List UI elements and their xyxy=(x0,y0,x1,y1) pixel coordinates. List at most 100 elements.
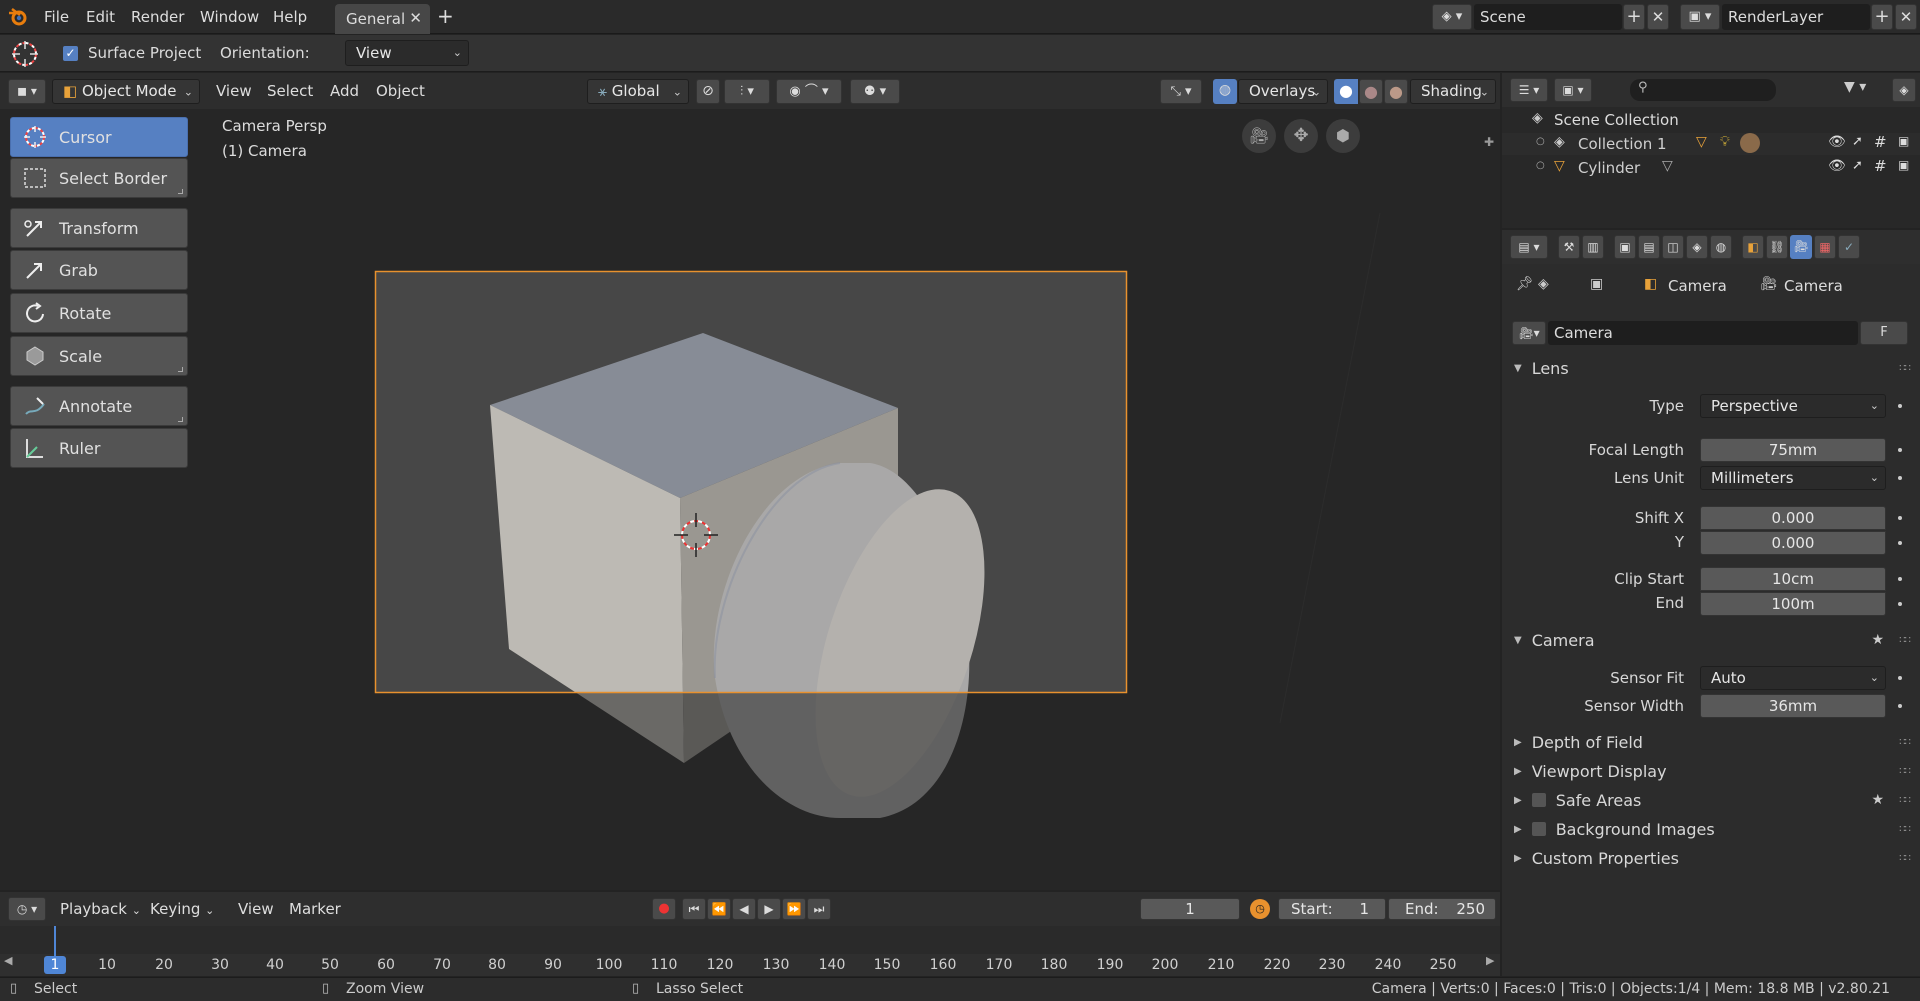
animate-dot[interactable] xyxy=(1898,448,1902,452)
tab-texture-icon[interactable]: ▦ xyxy=(1814,235,1836,259)
panel-custom-properties-header[interactable]: ▶ Custom Properties ∷∷ xyxy=(1502,844,1920,872)
animate-dot[interactable] xyxy=(1898,541,1902,545)
drag-handle-icon[interactable]: ∷∷ xyxy=(1899,824,1911,835)
drag-handle-icon[interactable]: ∷∷ xyxy=(1899,795,1911,806)
overlays-toggle-icon[interactable]: ◍ xyxy=(1213,79,1237,104)
new-layer-button[interactable]: + xyxy=(1871,4,1893,30)
tab-shader-fx-icon[interactable]: ✓ xyxy=(1838,235,1860,259)
fake-user-button[interactable]: F xyxy=(1860,321,1908,345)
datablock-name-field[interactable]: Camera xyxy=(1548,321,1858,345)
render-disable-icon[interactable]: ▣ xyxy=(1898,158,1909,172)
blender-logo-icon[interactable] xyxy=(7,7,29,27)
animate-dot[interactable] xyxy=(1898,676,1902,680)
preset-icon[interactable]: ★ xyxy=(1871,632,1884,648)
panel-lens-header[interactable]: ▼ Lens ∷∷ xyxy=(1502,354,1920,382)
end-frame-field[interactable]: End: 250 xyxy=(1388,898,1496,920)
orientation-dropdown[interactable]: View ⌄ xyxy=(345,40,469,66)
timeline-menu-keying[interactable]: Keying ⌄ xyxy=(150,892,214,926)
datablock-browse-icon[interactable]: 🎥︎▾ xyxy=(1512,321,1546,345)
tool-scale[interactable]: Scale xyxy=(10,336,188,376)
filter-icon[interactable]: ▼ ▾ xyxy=(1844,79,1866,95)
outliner-row-cylinder[interactable]: ○ ▽ Cylinder ▽ 👁︎ ➚ # ▣ xyxy=(1502,157,1920,179)
animate-dot[interactable] xyxy=(1898,404,1902,408)
transform-orientation-dropdown[interactable]: ⚹ Global ⌄ xyxy=(587,79,689,104)
sensor-width-field[interactable]: 36mm xyxy=(1700,694,1886,718)
drag-handle-icon[interactable]: ∷∷ xyxy=(1899,853,1911,864)
visibility-eye-icon[interactable]: 👁︎ xyxy=(1828,158,1846,174)
animate-dot[interactable] xyxy=(1898,516,1902,520)
tab-workspace-icon[interactable]: ▥ xyxy=(1582,235,1604,259)
sensor-fit-dropdown[interactable]: Auto ⌄ xyxy=(1700,666,1886,690)
jump-keyframe-back-icon[interactable]: ⏪ xyxy=(707,898,731,920)
zoom-view-icon[interactable]: ⬢ xyxy=(1326,119,1360,153)
delete-layer-button[interactable]: ✕ xyxy=(1895,4,1917,30)
layer-browse-icon[interactable]: ▣ ▾ xyxy=(1680,4,1720,30)
tab-view-layer-icon[interactable]: ◫ xyxy=(1662,235,1684,259)
scroll-left-arrow-icon[interactable]: ◀ xyxy=(4,954,12,967)
close-icon[interactable]: ✕ xyxy=(409,9,422,27)
animate-dot[interactable] xyxy=(1898,602,1902,606)
animate-dot[interactable] xyxy=(1898,704,1902,708)
viewport-menu-add[interactable]: Add xyxy=(330,73,359,109)
new-collection-icon[interactable]: ◈ xyxy=(1892,78,1916,102)
menu-file[interactable]: File xyxy=(44,0,69,34)
add-workspace-icon[interactable]: + xyxy=(437,4,454,28)
pivot-point-icon[interactable]: ⊘ xyxy=(696,79,720,104)
expand-icon[interactable]: ○ xyxy=(1536,136,1545,147)
viewport-menu-select[interactable]: Select xyxy=(267,73,313,109)
expand-icon[interactable]: ○ xyxy=(1536,160,1545,171)
timeline-menu-view[interactable]: View xyxy=(238,892,274,926)
visibility-eye-icon[interactable]: 👁︎ xyxy=(1828,134,1846,150)
clip-end-field[interactable]: 100m xyxy=(1700,592,1886,616)
delete-scene-button[interactable]: ✕ xyxy=(1647,4,1669,30)
workspace-tab-general[interactable]: General ✕ xyxy=(335,4,430,34)
jump-keyframe-forward-icon[interactable]: ⏩ xyxy=(782,898,806,920)
timeline-editor-type-icon[interactable]: ◷ ▾ xyxy=(8,897,46,921)
outliner-search-input[interactable]: ⚲ xyxy=(1630,79,1776,101)
tab-scene-icon[interactable]: ◈ xyxy=(1686,235,1708,259)
tab-render-icon[interactable]: ▣ xyxy=(1614,235,1636,259)
lens-unit-dropdown[interactable]: Millimeters ⌄ xyxy=(1700,466,1886,490)
drag-handle-icon[interactable]: ∷∷ xyxy=(1899,635,1911,646)
safe-areas-checkbox[interactable] xyxy=(1531,793,1546,807)
timeline-menu-playback[interactable]: Playback ⌄ xyxy=(60,892,141,926)
shading-rendered-button[interactable]: ● xyxy=(1384,79,1408,104)
tool-select-border[interactable]: Select Border xyxy=(10,158,188,198)
viewport-menu-object[interactable]: Object xyxy=(376,73,425,109)
shading-lookdev-button[interactable]: ● xyxy=(1359,79,1383,104)
jump-end-icon[interactable]: ⏭ xyxy=(807,898,831,920)
record-button[interactable]: ● xyxy=(652,898,676,920)
render-disable-icon[interactable]: ▣ xyxy=(1898,134,1909,148)
preset-icon[interactable]: ★ xyxy=(1871,792,1884,808)
tab-object-icon[interactable]: ◧ xyxy=(1742,235,1764,259)
tool-grab[interactable]: Grab xyxy=(10,250,188,290)
new-scene-button[interactable]: + xyxy=(1623,4,1645,30)
viewport-disable-icon[interactable]: # xyxy=(1874,157,1887,175)
shading-solid-button[interactable]: ● xyxy=(1334,79,1358,104)
shift-x-field[interactable]: 0.000 xyxy=(1700,506,1886,530)
tab-output-icon[interactable]: ▤ xyxy=(1638,235,1660,259)
drag-handle-icon[interactable]: ∷∷ xyxy=(1899,766,1911,777)
panel-depth-of-field-header[interactable]: ▶ Depth of Field ∷∷ xyxy=(1502,728,1920,756)
tool-ruler[interactable]: Ruler xyxy=(10,428,188,468)
sidebar-toggle-icon[interactable]: ✚ xyxy=(1484,135,1494,149)
use-preview-range-icon[interactable]: ◷ xyxy=(1250,899,1270,919)
mode-dropdown[interactable]: ◧ Object Mode ⌄ xyxy=(52,79,200,104)
background-images-checkbox[interactable] xyxy=(1531,822,1546,836)
scene-name-field[interactable]: Scene xyxy=(1474,4,1622,30)
tool-cursor[interactable]: Cursor xyxy=(10,117,188,157)
object-types-visibility-icon[interactable]: ⚉ ▾ xyxy=(850,79,900,104)
play-icon[interactable]: ▶ xyxy=(757,898,781,920)
tab-world-icon[interactable]: ◍ xyxy=(1710,235,1732,259)
timeline-menu-marker[interactable]: Marker xyxy=(289,892,341,926)
outliner-row-scene-collection[interactable]: ◈ Scene Collection xyxy=(1502,109,1920,131)
scene-browse-icon[interactable]: ◈ ▾ xyxy=(1432,4,1472,30)
viewport-menu-view[interactable]: View xyxy=(216,73,252,109)
drag-handle-icon[interactable]: ∷∷ xyxy=(1899,363,1911,374)
properties-editor-type-icon[interactable]: ▤ ▾ xyxy=(1510,235,1548,259)
menu-help[interactable]: Help xyxy=(273,0,307,34)
panel-safe-areas-header[interactable]: ▶ Safe Areas ★ ∷∷ xyxy=(1502,786,1920,814)
menu-window[interactable]: Window xyxy=(200,0,259,34)
tool-annotate[interactable]: Annotate xyxy=(10,386,188,426)
clip-start-field[interactable]: 10cm xyxy=(1700,567,1886,591)
